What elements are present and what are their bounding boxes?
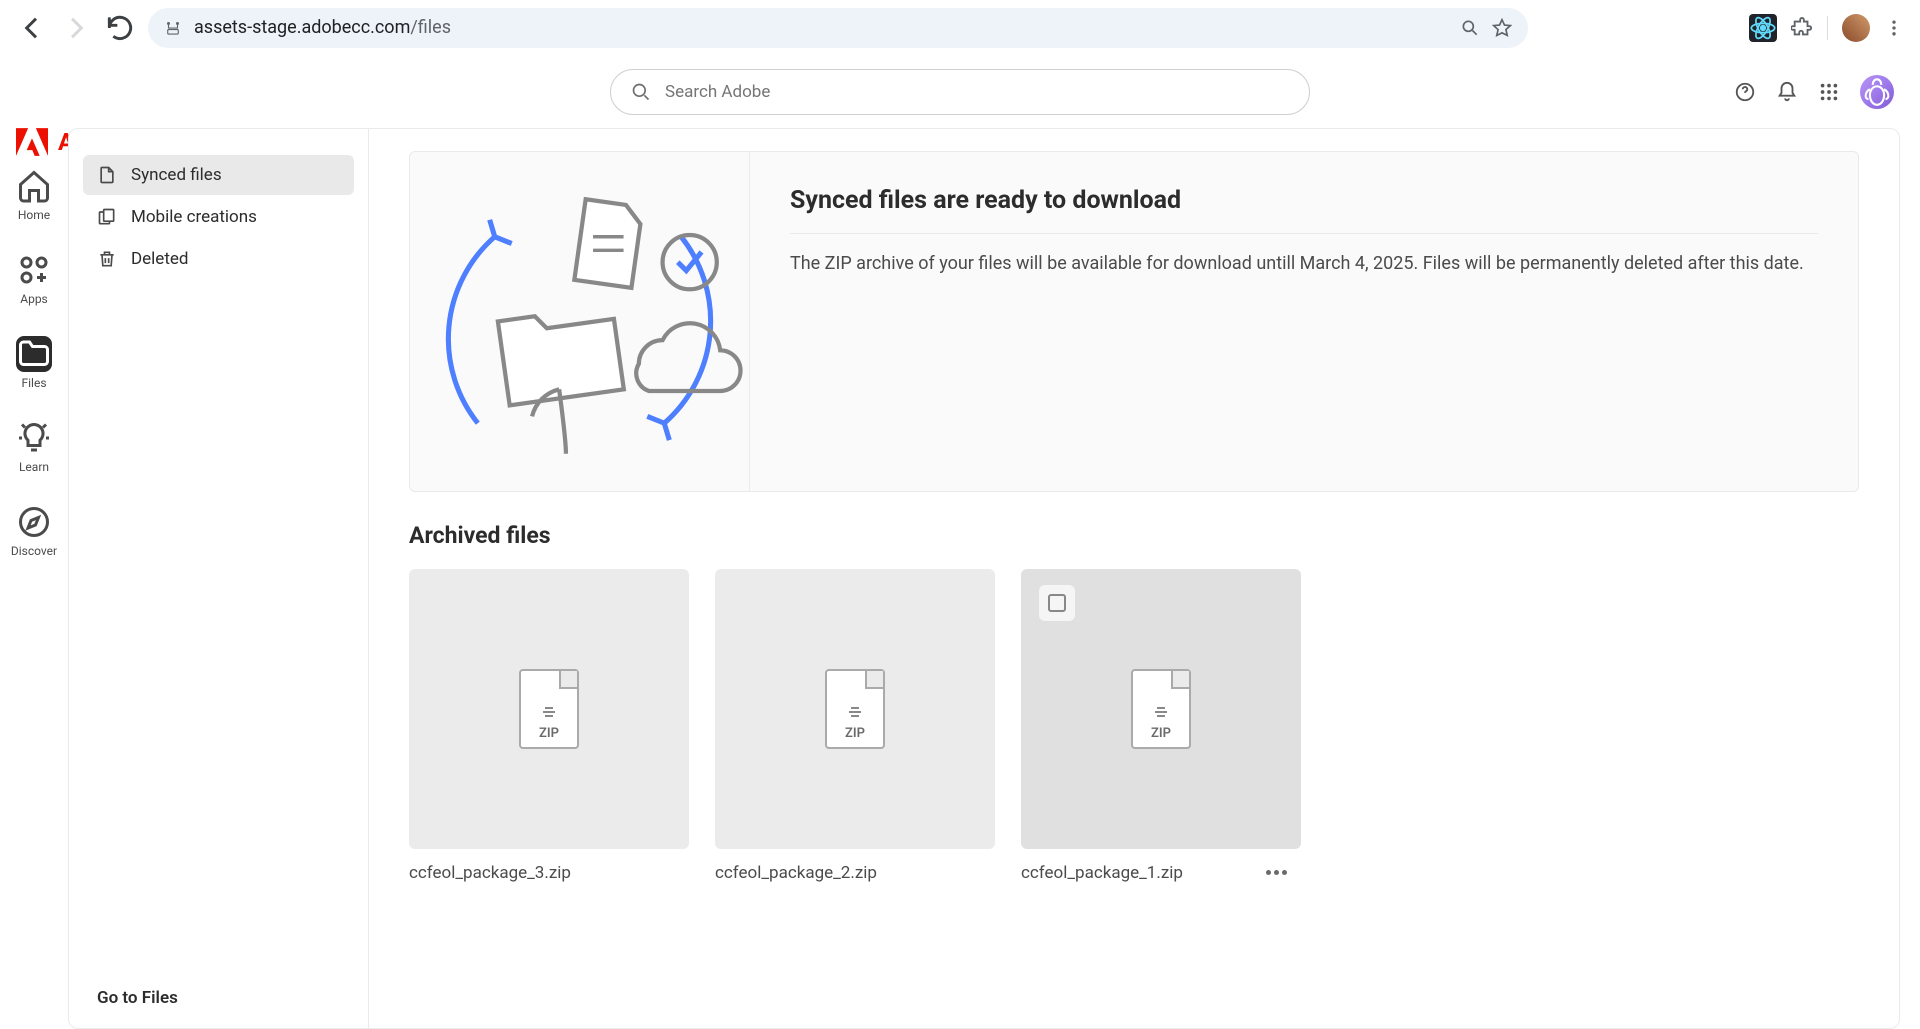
rail-label-learn: Learn bbox=[19, 460, 49, 474]
browser-back-button[interactable] bbox=[16, 12, 48, 44]
download-banner: Synced files are ready to download The Z… bbox=[409, 151, 1859, 492]
rail-item-home[interactable]: Home bbox=[16, 168, 52, 222]
url-bar[interactable]: assets-stage.adobecc.com/files bbox=[148, 8, 1528, 48]
apps-icon bbox=[16, 252, 52, 288]
file-card[interactable]: ZIP ccfeol_package_1.zip bbox=[1021, 569, 1301, 883]
banner-title: Synced files are ready to download bbox=[790, 186, 1818, 234]
file-name: ccfeol_package_1.zip bbox=[1021, 863, 1301, 883]
browser-profile-avatar[interactable] bbox=[1842, 14, 1870, 42]
banner-illustration bbox=[410, 152, 750, 491]
browser-toolbar: assets-stage.adobecc.com/files bbox=[0, 0, 1920, 56]
file-card[interactable]: ZIP ccfeol_package_3.zip bbox=[409, 569, 689, 883]
file-icon bbox=[97, 165, 117, 185]
sidebar-label-synced: Synced files bbox=[131, 165, 222, 185]
url-host: assets-stage.adobecc.com bbox=[194, 17, 410, 38]
url-path: /files bbox=[410, 17, 451, 38]
apps-grid-icon[interactable] bbox=[1818, 81, 1840, 103]
file-more-icon[interactable] bbox=[1260, 864, 1293, 881]
rail-item-files[interactable]: Files bbox=[16, 336, 52, 390]
left-rail: Home Apps Files Learn Discover bbox=[0, 128, 68, 1029]
rail-label-apps: Apps bbox=[20, 292, 48, 306]
file-thumbnail: ZIP bbox=[409, 569, 689, 849]
rail-item-learn[interactable]: Learn bbox=[16, 420, 52, 474]
zip-icon: ZIP bbox=[1131, 669, 1191, 749]
zip-label: ZIP bbox=[845, 726, 865, 741]
help-icon[interactable] bbox=[1734, 81, 1756, 103]
browser-reload-button[interactable] bbox=[104, 12, 136, 44]
notifications-icon[interactable] bbox=[1776, 81, 1798, 103]
app-header: Adobe bbox=[0, 56, 1920, 128]
sidebar-item-deleted[interactable]: Deleted bbox=[83, 239, 354, 279]
lightbulb-icon bbox=[16, 420, 52, 456]
file-card[interactable]: ZIP ccfeol_package_2.zip bbox=[715, 569, 995, 883]
main-content: Synced files are ready to download The Z… bbox=[369, 129, 1899, 1028]
sidebar: Synced files Mobile creations Deleted Go… bbox=[69, 129, 369, 1028]
sidebar-label-deleted: Deleted bbox=[131, 249, 188, 269]
rail-item-discover[interactable]: Discover bbox=[11, 504, 57, 558]
bookmark-star-icon[interactable] bbox=[1492, 18, 1512, 38]
zoom-icon[interactable] bbox=[1460, 18, 1480, 38]
search-icon bbox=[631, 82, 651, 102]
search-bar[interactable] bbox=[610, 69, 1310, 115]
react-devtools-icon[interactable] bbox=[1749, 14, 1777, 42]
rail-label-home: Home bbox=[18, 208, 50, 222]
rail-item-apps[interactable]: Apps bbox=[16, 252, 52, 306]
home-icon bbox=[16, 168, 52, 204]
compass-icon bbox=[16, 504, 52, 540]
banner-body: The ZIP archive of your files will be av… bbox=[790, 250, 1818, 277]
site-settings-icon[interactable] bbox=[164, 19, 182, 37]
rail-label-discover: Discover bbox=[11, 544, 57, 558]
divider bbox=[1827, 16, 1828, 40]
sidebar-label-mobile: Mobile creations bbox=[131, 207, 257, 227]
zip-icon: ZIP bbox=[519, 669, 579, 749]
archived-title: Archived files bbox=[409, 522, 1859, 549]
zip-icon: ZIP bbox=[825, 669, 885, 749]
user-avatar[interactable] bbox=[1860, 75, 1894, 109]
zip-label: ZIP bbox=[539, 726, 559, 741]
trash-icon bbox=[97, 249, 117, 269]
folder-icon bbox=[16, 336, 52, 372]
file-thumbnail: ZIP bbox=[715, 569, 995, 849]
file-name: ccfeol_package_2.zip bbox=[715, 863, 995, 883]
file-name: ccfeol_package_3.zip bbox=[409, 863, 689, 883]
file-select-checkbox[interactable] bbox=[1039, 585, 1075, 621]
extensions-icon[interactable] bbox=[1791, 17, 1813, 39]
zip-label: ZIP bbox=[1151, 726, 1171, 741]
mobile-folder-icon bbox=[97, 207, 117, 227]
search-input[interactable] bbox=[665, 82, 1289, 102]
go-to-files-link[interactable]: Go to Files bbox=[97, 988, 178, 1008]
sidebar-item-synced-files[interactable]: Synced files bbox=[83, 155, 354, 195]
main-panel: Synced files Mobile creations Deleted Go… bbox=[68, 128, 1900, 1029]
file-thumbnail: ZIP bbox=[1021, 569, 1301, 849]
sidebar-item-mobile-creations[interactable]: Mobile creations bbox=[83, 197, 354, 237]
browser-forward-button[interactable] bbox=[60, 12, 92, 44]
files-grid: ZIP ccfeol_package_3.zip ZIP ccfeol_pack… bbox=[409, 569, 1859, 883]
rail-label-files: Files bbox=[21, 376, 46, 390]
browser-menu-icon[interactable] bbox=[1884, 18, 1904, 38]
